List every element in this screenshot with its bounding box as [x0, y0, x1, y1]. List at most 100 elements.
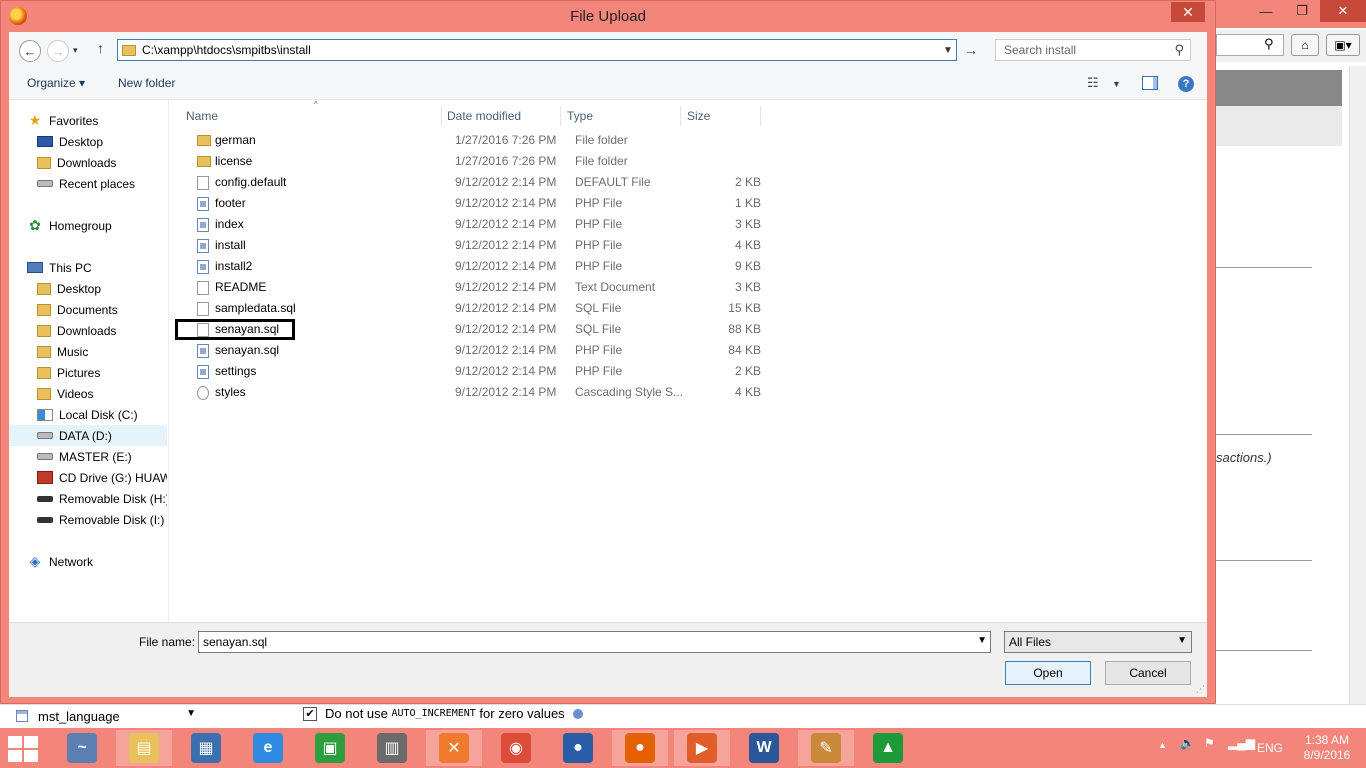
taskbar-app-control-panel[interactable]: ▦ [178, 730, 234, 766]
back-button[interactable]: ← [19, 40, 41, 62]
recent-locations-icon[interactable]: ▾ [73, 45, 78, 56]
show-hidden-icons-icon[interactable]: ▲ [1158, 740, 1167, 750]
minimize-icon[interactable]: — [1248, 0, 1284, 22]
dialog-close-button[interactable]: ✕ [1171, 2, 1205, 22]
taskbar: ▲ 🔈 ⚑ ▂▄▆ ENG 1:38 AM 8/9/2016 ~ ▤ ▦ e ▣ ▥ ✕ ◉ ●… [0, 728, 1366, 768]
nav-item-label: Local Disk (C:) [59, 407, 138, 422]
taskbar-app-store[interactable]: ▣ [302, 730, 358, 766]
nav-item[interactable]: Removable Disk (H:) [9, 488, 167, 509]
address-path[interactable]: C:\xampp\htdocs\smpitbs\install [142, 43, 940, 57]
nav-item[interactable]: Local Disk (C:) [9, 404, 167, 425]
chevron-down-icon[interactable]: ▼ [977, 635, 987, 646]
navigation-pane[interactable]: ★ Favorites Desktop Downloads Recent places ✿… [9, 100, 169, 622]
taskbar-app-thunderbird[interactable]: ● [550, 730, 606, 766]
taskbar-app-internet-explorer[interactable]: e [240, 730, 296, 766]
chevron-down-icon[interactable]: ▼ [940, 45, 956, 56]
file-row[interactable]: senayan.sql 9/12/2012 2:14 PM PHP File 84 K… [183, 340, 763, 361]
checkbox-label-prefix: Do not use [325, 706, 388, 721]
start-button[interactable] [8, 736, 38, 762]
sql-file-icon [197, 323, 209, 337]
taskbar-app-firefox[interactable]: ● [612, 730, 668, 766]
column-header-name[interactable]: Name [180, 106, 442, 126]
taskbar-app-chrome[interactable]: ◉ [488, 730, 544, 766]
column-header-date[interactable]: Date modified [441, 106, 561, 126]
restore-icon[interactable]: ❐ [1284, 0, 1320, 22]
forward-button[interactable]: → [47, 40, 69, 62]
file-row[interactable]: senayan.sql 9/12/2012 2:14 PM SQL File 88 K… [183, 319, 763, 340]
nav-item[interactable]: ★ Favorites [9, 110, 167, 131]
file-row[interactable]: config.default 9/12/2012 2:14 PM DEFAULT F… [183, 172, 763, 193]
nav-item[interactable]: Documents [9, 299, 167, 320]
nav-item-label: MASTER (E:) [59, 449, 132, 464]
taskbar-app-calibre-app[interactable]: ▲ [860, 730, 916, 766]
taskbar-app-media-player[interactable]: ▶ [674, 730, 730, 766]
chevron-down-icon[interactable]: ▼ [1112, 79, 1121, 89]
file-row[interactable]: install 9/12/2012 2:14 PM PHP File 4 KB [183, 235, 763, 256]
nav-item[interactable]: This PC [9, 257, 167, 278]
home-button[interactable]: ⌂ [1291, 34, 1319, 56]
taskbar-app-performance-monitor[interactable]: ~ [54, 730, 110, 766]
nav-item[interactable]: Desktop [9, 278, 167, 299]
column-header-type[interactable]: Type [561, 106, 681, 126]
taskbar-app-firewall[interactable]: ▥ [364, 730, 420, 766]
file-type-select[interactable]: All Files ▼ [1004, 631, 1192, 653]
preview-pane-icon[interactable] [1142, 76, 1158, 90]
nav-item[interactable]: Pictures [9, 362, 167, 383]
nav-item[interactable]: CD Drive (G:) HUAWEI [9, 467, 167, 488]
help-icon[interactable]: ? [1178, 76, 1194, 92]
flag-icon[interactable]: ⚑ [1204, 736, 1215, 750]
nav-item[interactable]: Removable Disk (I:) [9, 509, 167, 530]
file-row[interactable]: sampledata.sql 9/12/2012 2:14 PM SQL File 1… [183, 298, 763, 319]
column-header-size[interactable]: Size [681, 106, 761, 126]
file-row[interactable]: index 9/12/2012 2:14 PM PHP File 3 KB [183, 214, 763, 235]
nav-item[interactable]: Recent places [9, 173, 167, 194]
nav-item[interactable]: Music [9, 341, 167, 362]
file-row[interactable]: install2 9/12/2012 2:14 PM PHP File 9 KB [183, 256, 763, 277]
search-icon[interactable]: ⚲ [1174, 42, 1184, 58]
signal-icon[interactable]: ▂▄▆ [1228, 736, 1255, 750]
nav-item[interactable]: DATA (D:) [9, 425, 167, 446]
taskbar-app-word[interactable]: W [736, 730, 792, 766]
auto-increment-option[interactable]: ✔ Do not use AUTO_INCREMENT for zero val… [303, 706, 583, 721]
close-icon[interactable]: ✕ [1320, 0, 1366, 22]
clock[interactable]: 1:38 AM 8/9/2016 [1296, 733, 1358, 763]
nav-item[interactable]: ✿ Homegroup [9, 215, 167, 236]
file-row[interactable]: README 9/12/2012 2:14 PM Text Document 3 KB [183, 277, 763, 298]
page-scrollbar[interactable] [1349, 66, 1366, 728]
file-row[interactable]: license 1/27/2016 7:26 PM File folder [183, 151, 763, 172]
file-name-input[interactable]: senayan.sql ▼ [198, 631, 991, 653]
search-input[interactable]: Search install ⚲ [995, 39, 1191, 61]
nav-item[interactable]: Desktop [9, 131, 167, 152]
nav-item-label: CD Drive (G:) HUAWEI [59, 470, 167, 485]
nav-item[interactable]: Downloads [9, 152, 167, 173]
taskbar-app-file-explorer[interactable]: ▤ [116, 730, 172, 766]
nav-item[interactable]: ◈ Network [9, 551, 167, 572]
language-indicator[interactable]: ENG [1257, 741, 1283, 755]
new-folder-button[interactable]: New folder [118, 76, 175, 90]
file-row[interactable]: footer 9/12/2012 2:14 PM PHP File 1 KB [183, 193, 763, 214]
speaker-icon[interactable]: 🔈 [1180, 736, 1195, 750]
taskbar-app-xampp[interactable]: ✕ [426, 730, 482, 766]
checkbox[interactable]: ✔ [303, 706, 317, 721]
browser-search-box[interactable] [1216, 34, 1284, 56]
help-icon[interactable] [572, 708, 583, 719]
organize-button[interactable]: Organize ▾ [27, 76, 85, 90]
table-select[interactable]: mst_language ▼ [12, 705, 198, 727]
drive-icon [37, 432, 53, 439]
nav-item[interactable]: Downloads [9, 320, 167, 341]
file-row[interactable]: settings 9/12/2012 2:14 PM PHP File 2 KB [183, 361, 763, 382]
resize-grip-icon[interactable]: ⋰ [1196, 684, 1205, 695]
nav-item[interactable]: MASTER (E:) [9, 446, 167, 467]
search-icon[interactable]: ⚲ [1264, 36, 1274, 52]
taskbar-app-paint[interactable]: ✎ [798, 730, 854, 766]
open-button[interactable]: Open [1005, 661, 1091, 685]
file-row[interactable]: styles 9/12/2012 2:14 PM Cascading Style S… [183, 382, 763, 403]
cancel-button[interactable]: Cancel [1105, 661, 1191, 685]
view-options-icon[interactable]: ☷ [1087, 75, 1099, 91]
nav-item[interactable]: Videos [9, 383, 167, 404]
up-arrow-icon[interactable]: ↑ [97, 40, 104, 56]
address-bar[interactable]: C:\xampp\htdocs\smpitbs\install ▼ [117, 39, 957, 61]
file-row[interactable]: german 1/27/2016 7:26 PM File folder [183, 130, 763, 151]
bookmarks-button[interactable]: ▣▾ [1326, 34, 1360, 56]
go-button[interactable]: → [961, 40, 981, 60]
